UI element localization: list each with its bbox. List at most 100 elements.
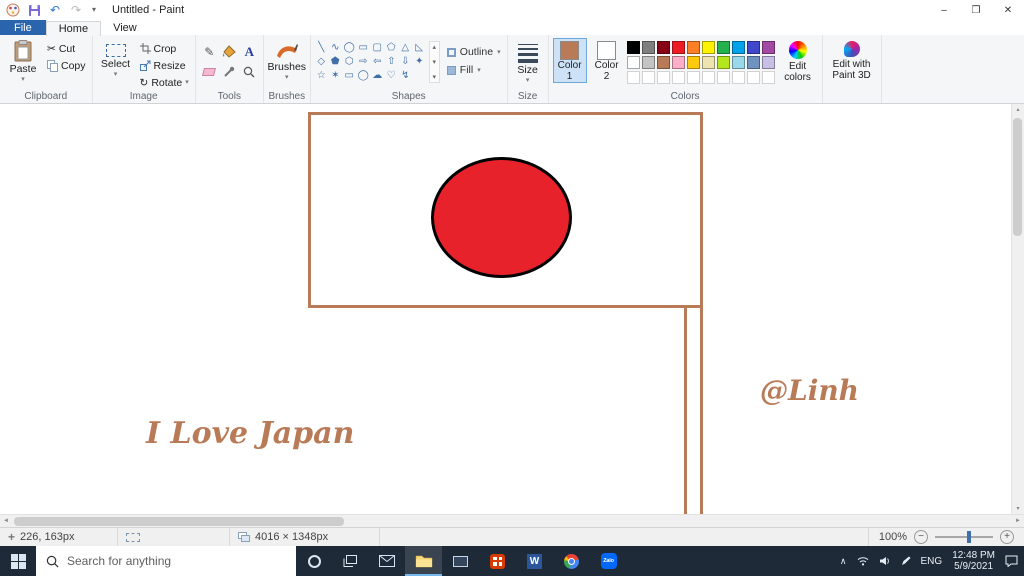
scroll-left-icon[interactable]: ◄ (3, 518, 9, 524)
cut-button[interactable]: ✂ Cut (45, 41, 88, 56)
undo-icon[interactable]: ↶ (47, 2, 63, 18)
color2-button[interactable]: Color 2 (590, 38, 624, 83)
language-indicator[interactable]: ENG (921, 556, 943, 567)
palette-swatch[interactable] (746, 56, 760, 69)
size-button[interactable]: Size ▾ (512, 38, 544, 91)
app-icon-file-explorer[interactable] (405, 546, 442, 576)
palette-custom-slot[interactable] (686, 71, 700, 84)
shape-arrow-right-icon[interactable]: ⇨ (357, 55, 370, 68)
palette-swatch[interactable] (626, 41, 640, 54)
shape-callout-rounded-icon[interactable]: ▭ (343, 69, 356, 82)
shape-arrow-down-icon[interactable]: ⇩ (399, 55, 412, 68)
horizontal-scrollbar-thumb[interactable] (14, 517, 344, 526)
fill-tool-icon[interactable] (220, 42, 239, 61)
brushes-button[interactable]: Brushes ▾ (268, 38, 306, 91)
palette-swatch[interactable] (716, 41, 730, 54)
action-center-icon[interactable] (1005, 555, 1018, 567)
palette-swatch[interactable] (731, 56, 745, 69)
shape-hexagon-icon[interactable]: ⬡ (343, 55, 356, 68)
shape-lightning-icon[interactable]: ↯ (399, 69, 412, 82)
magnifier-tool-icon[interactable] (240, 62, 259, 81)
shape-callout-oval-icon[interactable]: ◯ (357, 69, 370, 82)
app-icon-red-grid[interactable] (479, 546, 516, 576)
palette-custom-slot[interactable] (761, 71, 775, 84)
tab-view[interactable]: View (101, 20, 149, 35)
edit-colors-button[interactable]: Edit colors (778, 38, 818, 83)
palette-swatch[interactable] (686, 41, 700, 54)
search-input[interactable] (67, 554, 267, 568)
zoom-in-button[interactable]: + (1000, 530, 1014, 544)
app-icon-chrome[interactable] (553, 546, 590, 576)
shape-callout-cloud-icon[interactable]: ☁ (371, 69, 384, 82)
scroll-up-icon[interactable]: ▴ (1016, 106, 1019, 113)
app-icon-monitor[interactable] (442, 546, 479, 576)
zoom-slider[interactable] (935, 530, 993, 544)
vertical-scrollbar-thumb[interactable] (1013, 118, 1022, 236)
scroll-right-icon[interactable]: ► (1015, 518, 1021, 524)
palette-swatch[interactable] (701, 56, 715, 69)
edit-paint3d-button[interactable]: Edit with Paint 3D (827, 38, 877, 81)
palette-swatch[interactable] (716, 56, 730, 69)
palette-custom-slot[interactable] (626, 71, 640, 84)
palette-custom-slot[interactable] (746, 71, 760, 84)
quick-access-dropdown-icon[interactable]: ▾ (89, 2, 99, 18)
resize-button[interactable]: Resize (138, 58, 191, 73)
shape-oval-icon[interactable]: ◯ (343, 41, 356, 54)
save-icon[interactable] (26, 2, 42, 18)
minimize-button[interactable]: – (928, 0, 960, 20)
canvas[interactable]: I Love Japan @Linh ▴ ▾ (0, 104, 1024, 514)
palette-custom-slot[interactable] (716, 71, 730, 84)
shape-rectangle-icon[interactable]: ▭ (357, 41, 370, 54)
color1-button[interactable]: Color 1 (552, 38, 587, 83)
app-icon-word[interactable]: W (516, 546, 553, 576)
crop-button[interactable]: Crop (138, 41, 191, 56)
shape-rounded-rectangle-icon[interactable]: ▢ (371, 41, 384, 54)
pencil-tool-icon[interactable]: ✎ (200, 42, 219, 61)
app-icon-mail[interactable] (368, 546, 405, 576)
shape-curve-icon[interactable]: ∿ (329, 41, 342, 54)
palette-swatch[interactable] (686, 56, 700, 69)
shape-polygon-icon[interactable]: ⬠ (385, 41, 398, 54)
palette-custom-slot[interactable] (701, 71, 715, 84)
taskbar-search[interactable] (36, 546, 296, 576)
shapes-scroll-down-icon[interactable]: ▾ (433, 58, 437, 66)
restore-button[interactable]: ❐ (960, 0, 992, 20)
shape-arrow-left-icon[interactable]: ⇦ (371, 55, 384, 68)
palette-swatch[interactable] (626, 56, 640, 69)
shapes-more-icon[interactable]: ▾ (433, 73, 437, 81)
shape-line-icon[interactable]: ╲ (315, 41, 328, 54)
shapes-scroll-up-icon[interactable]: ▴ (433, 43, 437, 51)
palette-custom-slot[interactable] (641, 71, 655, 84)
shape-triangle-icon[interactable]: △ (399, 41, 412, 54)
app-icon-zalo[interactable]: Zalo (590, 546, 627, 576)
shape-arrow-up-icon[interactable]: ⇧ (385, 55, 398, 68)
shape-star-6-icon[interactable]: ✶ (329, 69, 342, 82)
outline-button[interactable]: Outline ▾ (446, 46, 501, 58)
palette-swatch[interactable] (671, 41, 685, 54)
network-icon[interactable] (857, 556, 869, 566)
palette-custom-slot[interactable] (671, 71, 685, 84)
paste-button[interactable]: Paste ▾ (4, 38, 42, 91)
eyedropper-tool-icon[interactable] (220, 62, 239, 81)
tab-home[interactable]: Home (45, 21, 102, 36)
shape-heart-icon[interactable]: ♡ (385, 69, 398, 82)
close-button[interactable]: ✕ (992, 0, 1024, 20)
cortana-button[interactable] (296, 546, 332, 576)
redo-icon[interactable]: ↷ (68, 2, 84, 18)
fill-button[interactable]: Fill ▾ (446, 64, 501, 76)
palette-swatch[interactable] (761, 41, 775, 54)
palette-swatch[interactable] (656, 56, 670, 69)
palette-custom-slot[interactable] (731, 71, 745, 84)
rotate-button[interactable]: ↻ Rotate ▾ (138, 75, 191, 90)
shape-pentagon-icon[interactable]: ⬟ (329, 55, 342, 68)
zoom-out-button[interactable]: − (914, 530, 928, 544)
palette-swatch[interactable] (746, 41, 760, 54)
palette-swatch[interactable] (641, 41, 655, 54)
palette-swatch[interactable] (641, 56, 655, 69)
eraser-tool-icon[interactable] (200, 62, 219, 81)
shape-diamond-icon[interactable]: ◇ (315, 55, 328, 68)
palette-swatch[interactable] (701, 41, 715, 54)
text-tool-icon[interactable]: A (240, 42, 259, 61)
horizontal-scrollbar[interactable]: ◄ ► (0, 514, 1024, 527)
zoom-slider-thumb[interactable] (967, 531, 971, 543)
